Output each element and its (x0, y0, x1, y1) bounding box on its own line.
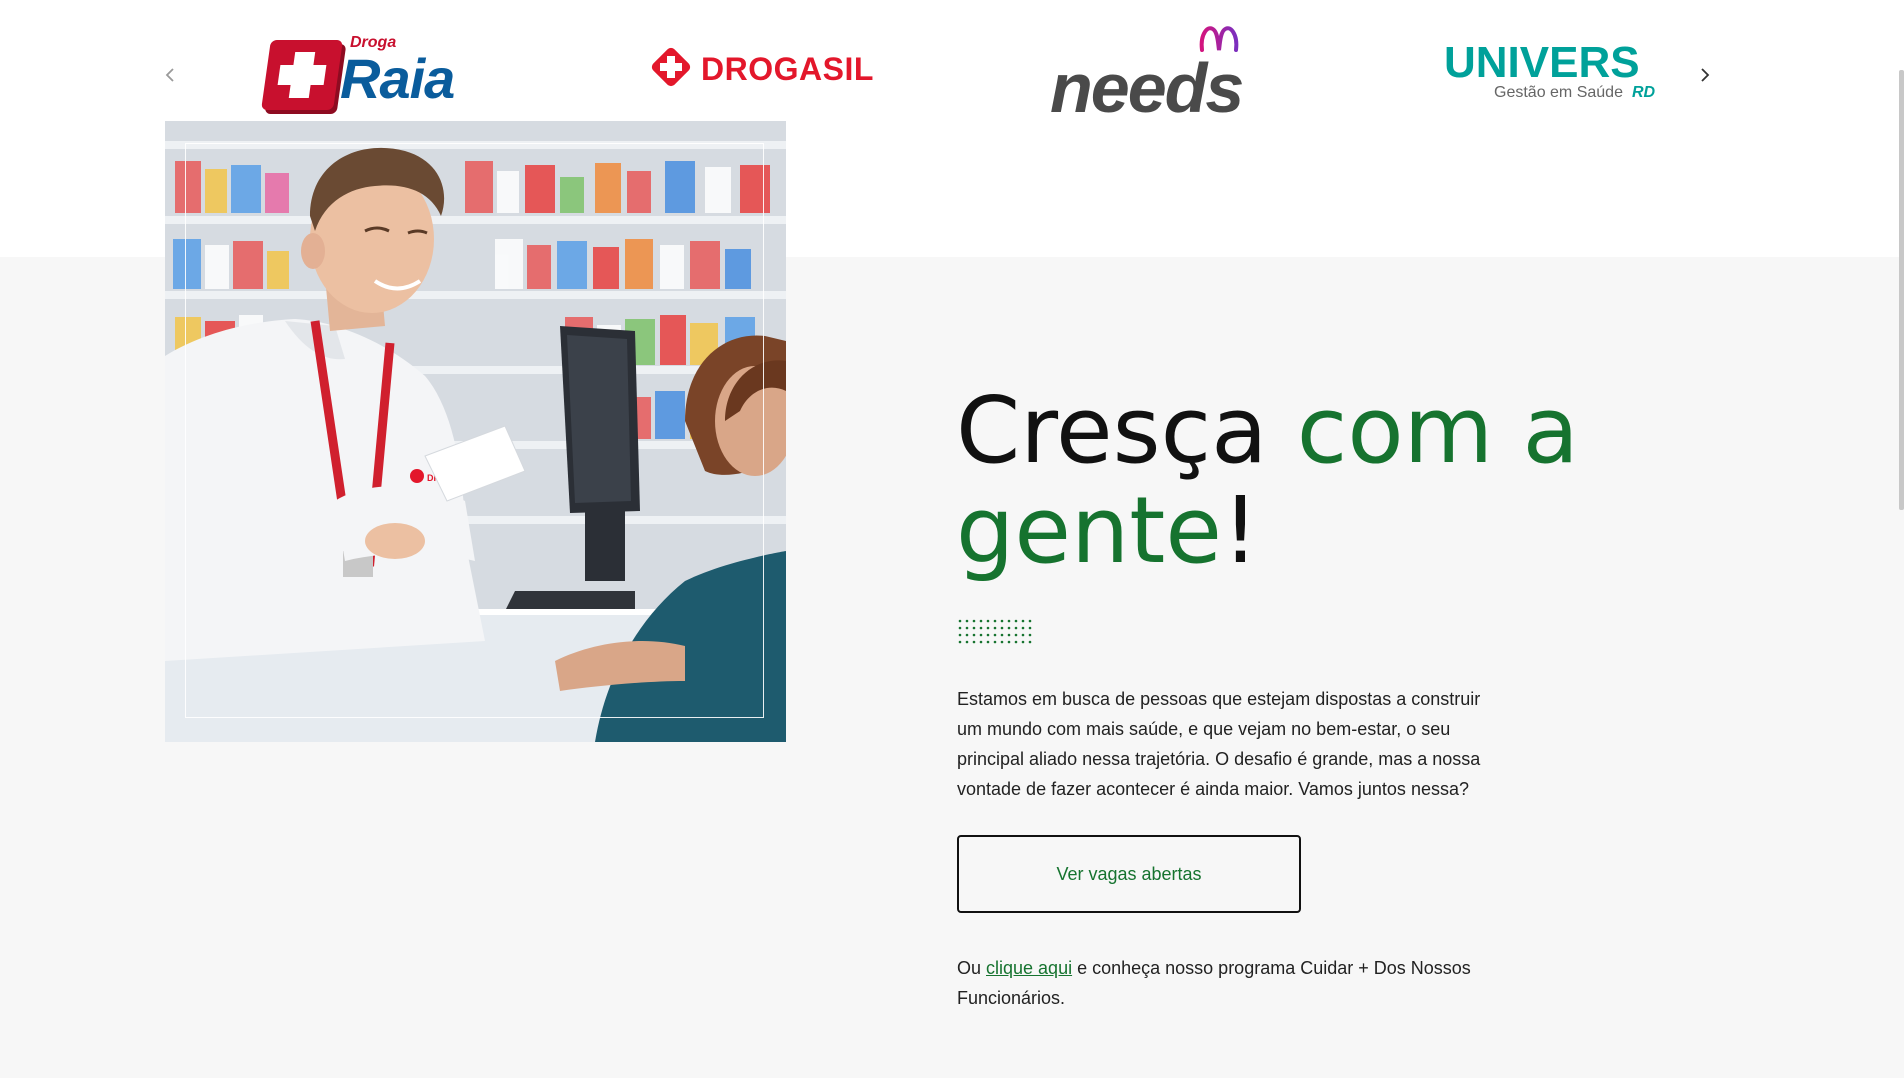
univers-name-text: UNIVERS (1444, 38, 1640, 87)
decor-dot (965, 619, 969, 623)
decor-dot (993, 626, 997, 630)
carousel-next-button[interactable] (1690, 60, 1720, 90)
decor-dot (1014, 633, 1018, 637)
decor-dot (958, 626, 962, 630)
decor-dot (1000, 626, 1004, 630)
decor-dot (1021, 626, 1025, 630)
decor-dot (979, 619, 983, 623)
note-prefix: Ou (957, 958, 987, 978)
decor-dot (965, 626, 969, 630)
univers-rd-badge: RD (1632, 84, 1656, 101)
decor-dot (958, 633, 962, 637)
decor-dot (1028, 640, 1032, 644)
infinity-loop-icon (1199, 26, 1239, 52)
drogasil-logo[interactable]: DROGASIL (649, 45, 873, 92)
decor-dot (993, 640, 997, 644)
decor-dot (986, 640, 990, 644)
decor-dot (986, 619, 990, 623)
decor-dot (1021, 640, 1025, 644)
decor-dot (1014, 619, 1018, 623)
decor-dot (958, 640, 962, 644)
raia-cross-icon (261, 40, 343, 110)
decor-dot (972, 619, 976, 623)
decor-dot (965, 633, 969, 637)
decor-dot (1028, 633, 1032, 637)
decor-dot (993, 619, 997, 623)
needs-logo[interactable]: needs (1048, 22, 1248, 127)
decor-dot (1007, 626, 1011, 630)
decor-dot (986, 633, 990, 637)
view-open-jobs-button[interactable]: Ver vagas abertas (957, 835, 1301, 913)
decor-dot (972, 626, 976, 630)
headline-exclamation: ! (1221, 477, 1259, 584)
decor-dot (972, 640, 976, 644)
decor-dot (965, 640, 969, 644)
decor-dot (1021, 633, 1025, 637)
decor-dot (1014, 640, 1018, 644)
dot-grid-decoration (958, 619, 1032, 644)
decor-dot (979, 626, 983, 630)
hero-intro-text: Estamos em busca de pessoas que estejam … (957, 689, 1481, 799)
decor-dot (1000, 619, 1004, 623)
pharmacist-photo: DROGASIL (165, 121, 786, 742)
raia-name-text: Raia (340, 47, 455, 110)
univers-sub-text: Gestão em Saúde (1494, 84, 1623, 101)
decor-dot (1014, 626, 1018, 630)
hero-headline: Cresça com a gente! (956, 381, 1616, 581)
decor-dot (1000, 633, 1004, 637)
droga-raia-logo[interactable]: Droga Raia (261, 34, 466, 114)
drogasil-name-text: DROGASIL (701, 51, 874, 87)
decor-dot (1007, 619, 1011, 623)
decor-dot (979, 633, 983, 637)
program-note: Ou clique aqui e conheça nosso programa … (957, 953, 1497, 1013)
decor-dot (1028, 626, 1032, 630)
decor-dot (1007, 640, 1011, 644)
decor-dot (958, 619, 962, 623)
decor-dot (1000, 640, 1004, 644)
decor-dot (986, 626, 990, 630)
needs-name-text: needs (1050, 49, 1244, 127)
photo-frame-border (185, 143, 764, 718)
univers-logo[interactable]: UNIVERS Gestão em Saúde RD (1442, 38, 1655, 108)
page-scrollbar-thumb[interactable] (1899, 70, 1904, 510)
decor-dot (972, 633, 976, 637)
chevron-right-icon (1701, 68, 1710, 82)
decor-dot (979, 640, 983, 644)
headline-part1: Cresça (956, 377, 1297, 484)
decor-dot (993, 633, 997, 637)
decor-dot (1028, 619, 1032, 623)
chevron-left-icon (165, 68, 174, 82)
click-here-link[interactable]: clique aqui (986, 958, 1072, 978)
decor-dot (1021, 619, 1025, 623)
carousel-prev-button[interactable] (155, 60, 185, 90)
decor-dot (1007, 633, 1011, 637)
